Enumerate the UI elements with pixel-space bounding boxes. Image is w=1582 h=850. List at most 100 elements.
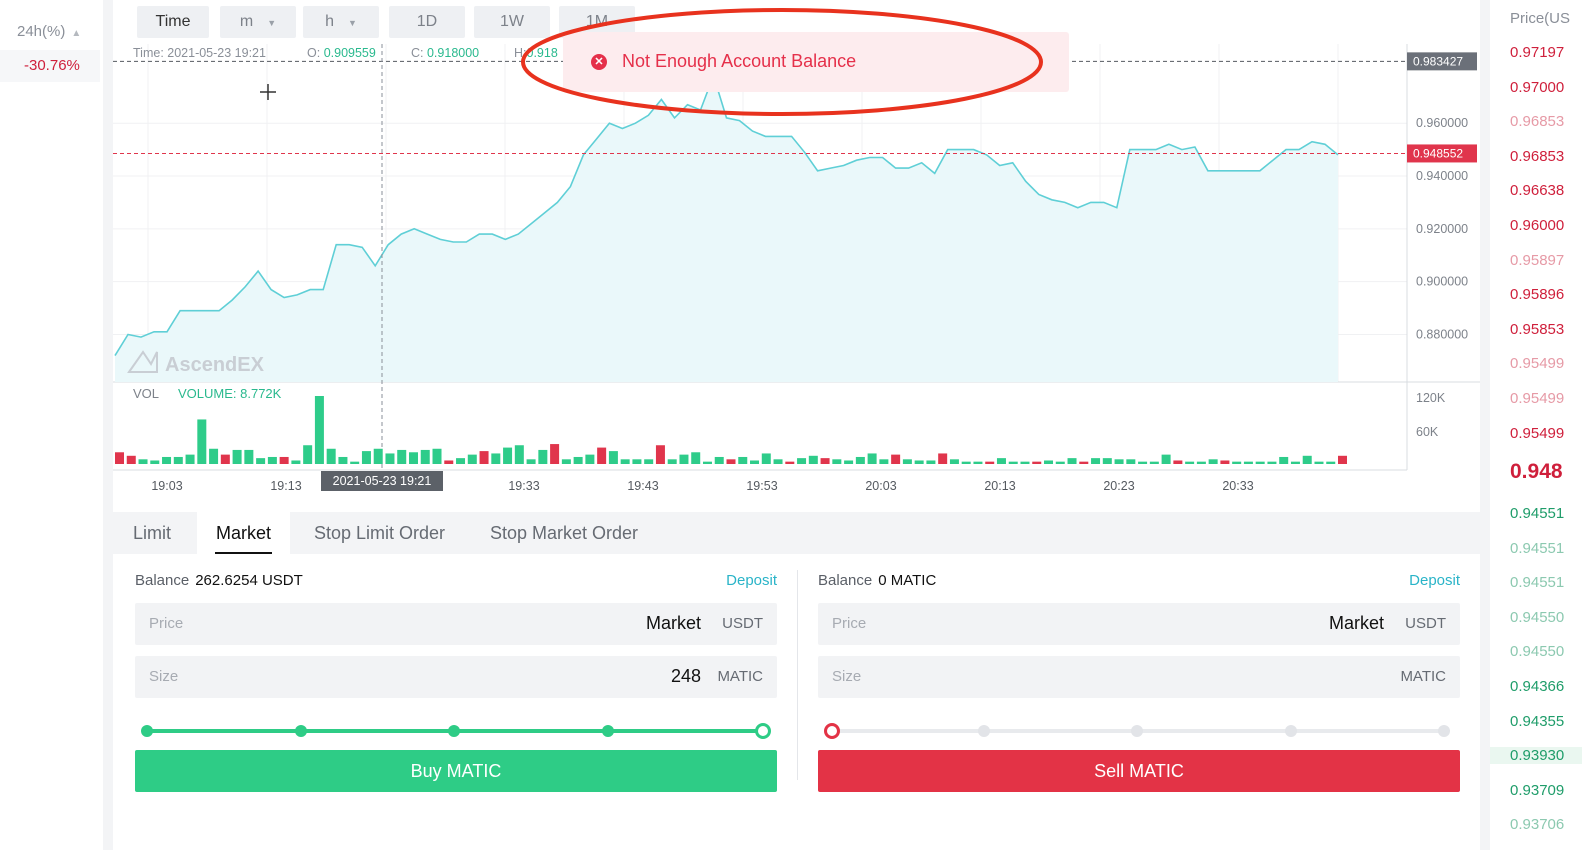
trading-page: 24h(%) ▲︎ -30.76% 0.960000 0.940000 0.92000… — [0, 0, 1582, 850]
volume-bar — [479, 451, 489, 464]
orderbook-ask-row[interactable]: 0.97197 — [1510, 44, 1564, 61]
slider-step-dot[interactable] — [1284, 725, 1297, 737]
volume-bar — [597, 447, 607, 464]
volume-bar — [808, 455, 818, 464]
sell-balance: Balance 0 MATIC — [818, 572, 936, 589]
slider-handle[interactable] — [755, 723, 771, 739]
volume-bar — [855, 456, 865, 464]
orderbook-bid-row[interactable]: 0.94551 — [1510, 505, 1564, 522]
volume-bar — [1067, 458, 1077, 464]
slider-handle[interactable] — [824, 723, 840, 739]
tf-time-button[interactable]: Time — [137, 6, 209, 38]
tab-limit[interactable]: Limit — [133, 512, 171, 554]
buy-size-field[interactable]: Size 248 MATIC — [135, 656, 777, 698]
volume-bar — [1032, 461, 1042, 464]
volume-bar — [1267, 461, 1277, 464]
orderbook-ask-row[interactable]: 0.95853 — [1510, 321, 1564, 338]
volume-bar — [173, 456, 183, 464]
orderbook-bid-row[interactable]: 0.93706 — [1510, 816, 1564, 833]
orderbook-bid-row[interactable]: 0.94550 — [1510, 643, 1564, 660]
volume-label: VOL — [133, 386, 160, 401]
orderbook-bid-row[interactable]: 0.94366 — [1510, 678, 1564, 695]
volume-bar — [491, 453, 501, 464]
orderbook-bid-row[interactable]: 0.93930 — [1490, 747, 1582, 765]
buy-price-field[interactable]: Price Market USDT — [135, 603, 777, 645]
volume-bar — [1044, 460, 1054, 464]
tf-1d-button[interactable]: 1D — [389, 6, 465, 38]
orderbook-mid-price: 0.948 — [1510, 460, 1563, 483]
ohlc-close: C: 0.918000 — [411, 46, 479, 60]
buy-deposit-link[interactable]: Deposit — [726, 572, 777, 589]
volume-bar — [185, 454, 195, 464]
volume-bar — [550, 444, 560, 464]
volume-bar — [1338, 455, 1347, 464]
volume-bar — [467, 454, 477, 464]
orderbook-ask-row[interactable]: 0.95499 — [1510, 390, 1564, 407]
volume-bar — [985, 461, 995, 464]
tab-market[interactable]: Market — [197, 512, 291, 554]
orderbook-ask-row[interactable]: 0.96000 — [1510, 217, 1564, 234]
slider-step-dot[interactable] — [448, 725, 460, 737]
orderbook-ask-row[interactable]: 0.95499 — [1510, 355, 1564, 372]
orderbook-ask-row[interactable]: 0.97000 — [1510, 79, 1564, 96]
slider-step-dot[interactable] — [141, 725, 153, 737]
buy-button[interactable]: Buy MATIC — [135, 750, 777, 792]
tab-stop-limit[interactable]: Stop Limit Order — [314, 512, 445, 554]
slider-step-dot[interactable] — [601, 725, 614, 737]
sell-size-slider[interactable] — [824, 722, 1450, 740]
buy-size-value: 248 — [670, 666, 701, 686]
slider-step-dot[interactable] — [977, 725, 990, 737]
tf-hour-dropdown[interactable]: h ▼︎ — [303, 6, 379, 38]
volume-bar — [232, 449, 242, 464]
orderbook-ask-row[interactable]: 0.95897 — [1510, 252, 1564, 269]
tab-stop-market[interactable]: Stop Market Order — [490, 512, 638, 554]
buy-size-slider[interactable] — [141, 722, 771, 740]
volume-bar — [832, 459, 842, 464]
sell-size-field[interactable]: Size MATIC — [818, 656, 1460, 698]
volume-bar — [1196, 461, 1206, 464]
orderbook-bid-row[interactable]: 0.94550 — [1510, 609, 1564, 626]
orderbook-ask-row[interactable]: 0.95499 — [1510, 425, 1564, 442]
sell-deposit-link[interactable]: Deposit — [1409, 572, 1460, 589]
sell-size-placeholder: Size — [832, 668, 862, 685]
slider-step-dot[interactable] — [294, 725, 307, 737]
time-axis-tick: 19:03 — [151, 479, 182, 493]
volume-bar — [220, 454, 230, 464]
sort-icon[interactable]: ▲︎ — [71, 28, 81, 39]
change-value: -30.76% — [0, 50, 100, 82]
ohlc-open-label: O: — [307, 46, 321, 60]
orderbook-ask-row[interactable]: 0.96853 — [1510, 148, 1564, 165]
volume-bar — [1326, 461, 1336, 464]
orderbook-bid-row[interactable]: 0.94551 — [1510, 540, 1564, 557]
change-column-header[interactable]: 24h(%) ▲︎ — [0, 16, 100, 48]
orderbook-price-header: Price(US — [1510, 10, 1571, 27]
volume-bar — [1102, 458, 1112, 464]
orderbook-ask-row[interactable]: 0.96638 — [1510, 182, 1564, 199]
sell-price-placeholder: Price — [832, 615, 867, 632]
volume-bar — [444, 460, 454, 464]
volume-bar — [314, 396, 324, 464]
chevron-down-icon: ▼︎ — [347, 18, 357, 28]
buy-price-unit: USDT — [722, 615, 763, 632]
orderbook-ask-row[interactable]: 0.96853 — [1510, 113, 1564, 130]
orderbook-ask-row[interactable]: 0.95896 — [1510, 286, 1564, 303]
orderbook-bid-row[interactable]: 0.94355 — [1510, 713, 1564, 730]
volume-bar — [1302, 455, 1312, 464]
time-axis-tick: 19:43 — [627, 479, 658, 493]
ohlc-close-label: C: — [411, 46, 424, 60]
sell-button[interactable]: Sell MATIC — [818, 750, 1460, 792]
tf-minute-dropdown[interactable]: m ▼︎ — [220, 6, 296, 38]
orderbook-bid-row[interactable]: 0.93709 — [1510, 782, 1564, 799]
slider-step-dot[interactable] — [1131, 725, 1143, 737]
volume-bar — [1020, 461, 1030, 464]
current-price-label: 0.948552 — [1413, 146, 1463, 160]
time-axis-tick: 20:33 — [1222, 479, 1253, 493]
volume-bar — [1008, 461, 1018, 464]
market-list-panel: 24h(%) ▲︎ -30.76% — [0, 0, 113, 850]
volume-bar — [844, 460, 854, 464]
orderbook-bid-row[interactable]: 0.94551 — [1510, 574, 1564, 591]
volume-bar — [573, 456, 583, 464]
sell-price-field[interactable]: Price Market USDT — [818, 603, 1460, 645]
slider-step-dot[interactable] — [1438, 725, 1450, 737]
volume-bar — [503, 447, 513, 464]
